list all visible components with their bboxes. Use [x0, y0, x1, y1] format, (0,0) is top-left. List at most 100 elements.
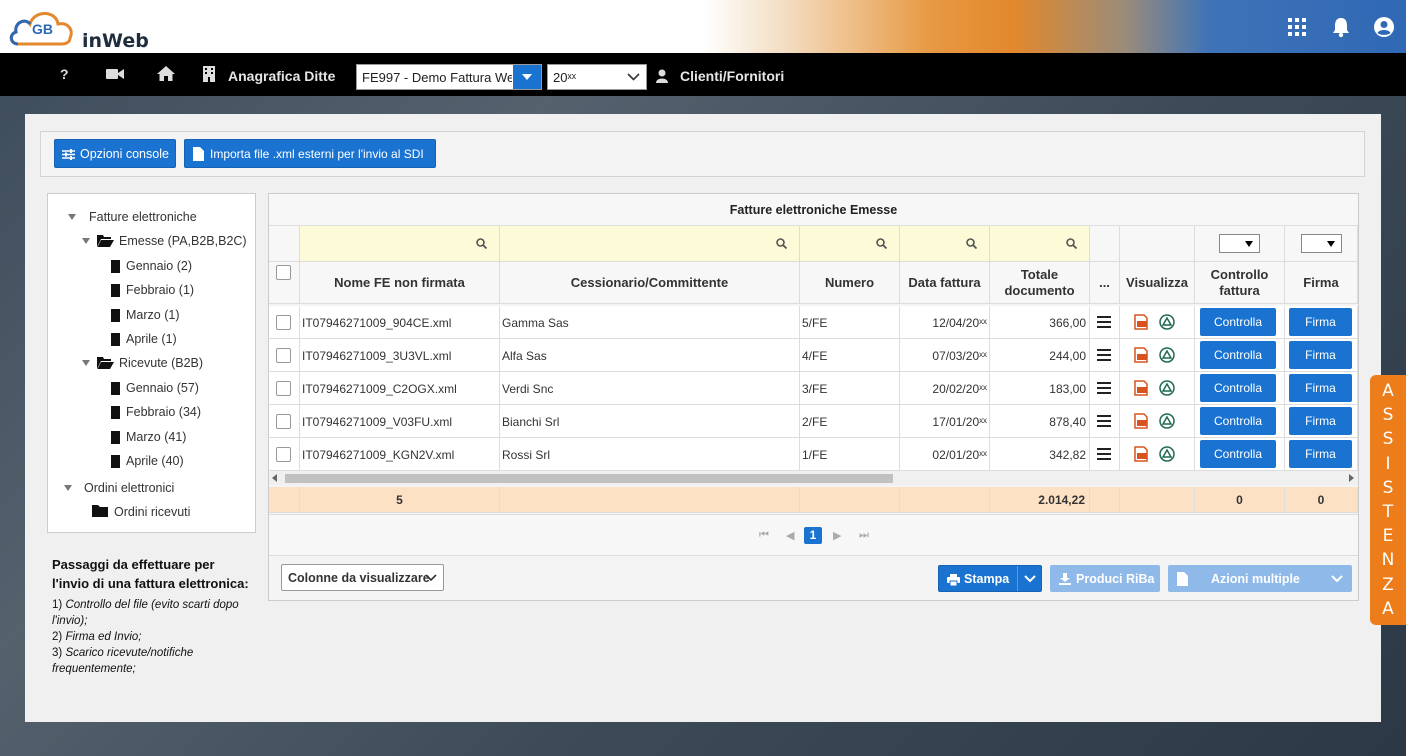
- row-checkbox[interactable]: [276, 348, 291, 363]
- pdf-view-icon[interactable]: [1134, 314, 1150, 333]
- column-filter-select[interactable]: [1219, 234, 1260, 253]
- search-icon[interactable]: [776, 238, 788, 252]
- row-menu-icon[interactable]: [1097, 448, 1111, 463]
- apps-grid-icon[interactable]: [1286, 16, 1308, 38]
- tree-node-received[interactable]: Ricevute (B2B): [119, 356, 203, 370]
- tree-node-received-month[interactable]: Gennaio (57): [126, 381, 199, 395]
- tree-node-sent-month[interactable]: Gennaio (2): [126, 259, 192, 273]
- user-circle-icon[interactable]: [1373, 16, 1395, 38]
- ministry-view-icon[interactable]: [1159, 314, 1175, 333]
- check-invoice-button[interactable]: Controlla: [1200, 440, 1276, 468]
- caret-down-icon[interactable]: [64, 485, 72, 491]
- bell-icon[interactable]: [1330, 16, 1352, 38]
- columns-select[interactable]: Colonne da visualizzare: [281, 564, 444, 591]
- select-all-checkbox[interactable]: [276, 265, 291, 280]
- filter-cell[interactable]: [500, 226, 800, 262]
- tree-node-sent[interactable]: Emesse (PA,B2B,B2C): [119, 234, 247, 248]
- filter-cell[interactable]: [990, 226, 1090, 262]
- ministry-view-icon[interactable]: [1159, 413, 1175, 432]
- column-header[interactable]: Controllo fattura: [1195, 262, 1285, 304]
- tree-node-e-orders[interactable]: Ordini elettronici: [84, 481, 174, 495]
- produce-riba-button[interactable]: Produci RiBa: [1050, 565, 1160, 592]
- home-icon[interactable]: [157, 66, 175, 81]
- page-number[interactable]: 1: [804, 527, 822, 544]
- caret-down-icon[interactable]: [82, 360, 90, 366]
- row-menu-icon[interactable]: [1097, 415, 1111, 430]
- column-header[interactable]: ...: [1090, 262, 1120, 304]
- last-page-icon[interactable]: ⏭: [859, 529, 869, 542]
- sign-button[interactable]: Firma: [1289, 308, 1352, 336]
- row-menu-icon[interactable]: [1097, 316, 1111, 331]
- horizontal-scrollbar[interactable]: [269, 471, 1358, 485]
- caret-down-icon[interactable]: [68, 214, 76, 220]
- video-camera-icon[interactable]: [106, 68, 124, 80]
- file-name[interactable]: IT07946271009_V03FU.xml: [302, 415, 452, 429]
- check-invoice-button[interactable]: Controlla: [1200, 308, 1276, 336]
- filter-cell[interactable]: [300, 226, 500, 262]
- pdf-view-icon[interactable]: [1134, 380, 1150, 399]
- sign-button[interactable]: Firma: [1289, 407, 1352, 435]
- assistance-tab[interactable]: ASSISTENZA: [1370, 375, 1406, 625]
- sign-button[interactable]: Firma: [1289, 341, 1352, 369]
- check-invoice-button[interactable]: Controlla: [1200, 341, 1276, 369]
- column-filter-select[interactable]: [1301, 234, 1342, 253]
- company-select[interactable]: FE997 - Demo Fattura We: [356, 64, 542, 90]
- check-invoice-button[interactable]: Controlla: [1200, 407, 1276, 435]
- tree-node-e-invoices[interactable]: Fatture elettroniche: [89, 210, 197, 224]
- tree-node-received-month[interactable]: Aprile (40): [126, 454, 184, 468]
- console-options-button[interactable]: Opzioni console: [54, 139, 176, 168]
- column-header[interactable]: Nome FE non firmata: [300, 262, 500, 304]
- row-menu-icon[interactable]: [1097, 382, 1111, 397]
- tree-node-received-month[interactable]: Febbraio (34): [126, 405, 201, 419]
- pdf-view-icon[interactable]: [1134, 347, 1150, 366]
- row-checkbox[interactable]: [276, 447, 291, 462]
- column-header[interactable]: Numero: [800, 262, 900, 304]
- ministry-view-icon[interactable]: [1159, 380, 1175, 399]
- column-header[interactable]: Totale documento: [990, 262, 1090, 304]
- print-button[interactable]: Stampa: [938, 565, 1042, 592]
- tree-node-sent-month[interactable]: Febbraio (1): [126, 283, 194, 297]
- tree-node-sent-month[interactable]: Marzo (1): [126, 308, 179, 322]
- sign-button[interactable]: Firma: [1289, 374, 1352, 402]
- search-icon[interactable]: [476, 238, 488, 252]
- column-header[interactable]: Visualizza: [1120, 262, 1195, 304]
- import-xml-button[interactable]: Importa file .xml esterni per l'invio al…: [184, 139, 436, 168]
- row-checkbox[interactable]: [276, 414, 291, 429]
- ministry-view-icon[interactable]: [1159, 347, 1175, 366]
- scroll-right-icon[interactable]: [1349, 474, 1354, 482]
- scrollbar-thumb[interactable]: [285, 474, 893, 483]
- ministry-view-icon[interactable]: [1159, 446, 1175, 465]
- search-icon[interactable]: [1066, 238, 1078, 252]
- tree-node-received-month[interactable]: Marzo (41): [126, 430, 186, 444]
- filter-cell[interactable]: [900, 226, 990, 262]
- row-checkbox[interactable]: [276, 315, 291, 330]
- column-header[interactable]: Data fattura: [900, 262, 990, 304]
- row-menu-icon[interactable]: [1097, 349, 1111, 364]
- pdf-view-icon[interactable]: [1134, 413, 1150, 432]
- tree-node-orders-received[interactable]: Ordini ricevuti: [114, 505, 190, 519]
- help-icon[interactable]: ?: [60, 66, 69, 82]
- pdf-view-icon[interactable]: [1134, 446, 1150, 465]
- filter-cell[interactable]: [800, 226, 900, 262]
- file-name[interactable]: IT07946271009_3U3VL.xml: [302, 349, 451, 363]
- clients-suppliers-link[interactable]: Clienti/Fornitori: [680, 68, 784, 84]
- row-checkbox[interactable]: [276, 381, 291, 396]
- caret-down-icon[interactable]: [82, 238, 90, 244]
- file-name[interactable]: IT07946271009_KGN2V.xml: [302, 448, 454, 462]
- search-icon[interactable]: [966, 238, 978, 252]
- check-invoice-button[interactable]: Controlla: [1200, 374, 1276, 402]
- app-logo[interactable]: GB inWeb: [8, 6, 149, 52]
- tree-node-sent-month[interactable]: Aprile (1): [126, 332, 177, 346]
- multiple-actions-button[interactable]: Azioni multiple: [1168, 565, 1352, 592]
- file-name[interactable]: IT07946271009_904CE.xml: [302, 316, 451, 330]
- scroll-left-icon[interactable]: [272, 474, 277, 482]
- next-page-icon[interactable]: ▶: [833, 529, 841, 542]
- chevron-down-icon[interactable]: [1024, 575, 1036, 583]
- search-icon[interactable]: [876, 238, 888, 252]
- file-name[interactable]: IT07946271009_C2OGX.xml: [302, 382, 457, 396]
- column-header[interactable]: Firma: [1285, 262, 1358, 304]
- sign-button[interactable]: Firma: [1289, 440, 1352, 468]
- prev-page-icon[interactable]: ◀: [786, 529, 794, 542]
- company-registry-link[interactable]: Anagrafica Ditte: [228, 68, 335, 84]
- column-header[interactable]: Cessionario/Committente: [500, 262, 800, 304]
